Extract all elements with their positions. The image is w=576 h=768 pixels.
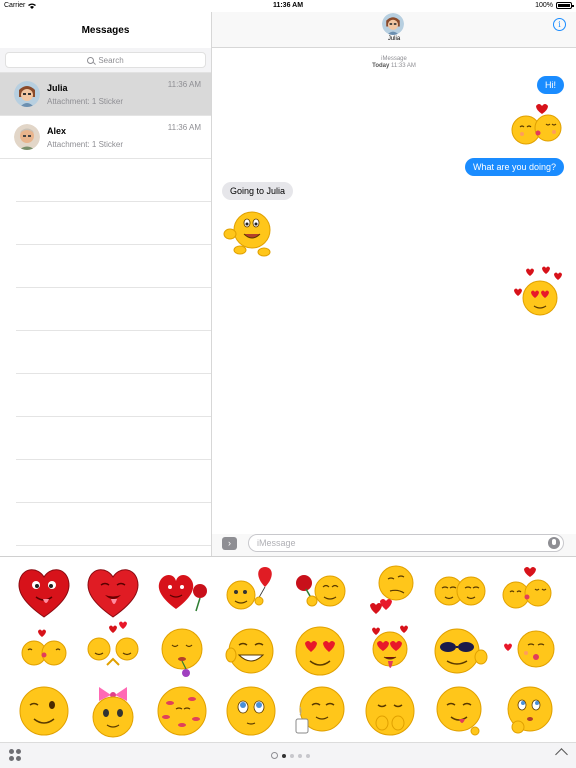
status-right: 100% — [535, 2, 574, 9]
kissing-pair-sticker[interactable] — [498, 561, 558, 621]
battery-percent: 100% — [535, 2, 553, 9]
conversation-alex[interactable]: Alex Attachment: 1 Sticker 11:36 AM — [0, 116, 211, 159]
shy-smiley-with-flower-sticker[interactable] — [152, 621, 212, 681]
conversation-time: 11:36 AM — [167, 80, 201, 89]
conversation-julia[interactable]: Julia Attachment: 1 Sticker 11:36 AM — [0, 73, 211, 116]
cheeky-grin-sticker[interactable] — [221, 621, 281, 681]
page-dot[interactable] — [290, 753, 294, 758]
conversation-preview: Attachment: 1 Sticker — [47, 139, 124, 149]
input-bar: › iMessage — [212, 534, 576, 556]
smiley-holding-hearts-sticker[interactable] — [360, 561, 420, 621]
chevron-right-icon: › — [228, 538, 231, 548]
info-icon: i — [558, 20, 561, 29]
empty-row — [16, 202, 211, 245]
heart-kiss-sticker[interactable] — [83, 561, 143, 621]
battery-icon — [556, 2, 574, 9]
empty-row — [16, 503, 211, 546]
recent-clock-icon[interactable] — [271, 752, 278, 759]
conversation-sidebar: Messages Search Julia Attachment: 1 Stic… — [0, 12, 212, 556]
heart-with-rose-sticker[interactable] — [152, 561, 212, 621]
service-day: Today — [372, 63, 390, 69]
winking-smiley-sticker[interactable] — [14, 681, 74, 741]
smiley-with-coffee-sticker[interactable] — [290, 681, 350, 741]
search-input[interactable]: Search — [5, 52, 206, 68]
conversation-time: 11:36 AM — [167, 123, 201, 132]
smiley-with-balloon-sticker[interactable] — [221, 561, 281, 621]
thinking-smiley-sticker[interactable] — [498, 681, 558, 741]
message-bubble-incoming[interactable]: Going to Julia — [222, 182, 294, 200]
info-button[interactable]: i — [553, 18, 566, 31]
app-drawer-icon[interactable] — [9, 749, 23, 763]
heart-eyes-smiley-sticker[interactable] — [512, 266, 568, 318]
service-label: iMessage — [381, 56, 407, 62]
love-dancing-smileys-sticker[interactable] — [83, 621, 143, 681]
empty-row — [16, 374, 211, 417]
girl-smiley-with-bow-sticker[interactable] — [83, 681, 143, 741]
contact-avatar[interactable] — [382, 13, 404, 35]
blowing-kiss-sticker[interactable] — [498, 621, 558, 681]
two-smileys-sticker[interactable] — [429, 561, 489, 621]
rose-giving-smiley-sticker[interactable] — [290, 561, 350, 621]
giggling-smiley-sticker[interactable] — [360, 681, 420, 741]
hopeful-smiley-sticker[interactable] — [221, 681, 281, 741]
page-indicator[interactable] — [271, 752, 310, 759]
search-placeholder: Search — [98, 55, 124, 65]
service-timestamp: iMessage Today 11:33 AM — [212, 56, 576, 70]
status-time: 11:36 AM — [272, 2, 304, 9]
empty-row — [16, 159, 211, 202]
running-smiley-sticker[interactable] — [218, 202, 278, 262]
empty-row — [16, 245, 211, 288]
sunglasses-thumbs-up-sticker[interactable] — [429, 621, 489, 681]
kissing-couple-sticker[interactable] — [510, 102, 570, 146]
lipstick-kisses-sticker[interactable] — [152, 681, 212, 741]
empty-row — [16, 460, 211, 503]
sticker-drawer — [0, 556, 576, 742]
message-bubble-outgoing[interactable]: What are you doing? — [464, 158, 564, 176]
contact-name[interactable]: Julia — [212, 36, 576, 42]
avatar — [14, 124, 40, 150]
page-dot[interactable] — [298, 753, 302, 758]
heart-tongue-sticker[interactable] — [14, 561, 74, 621]
teasing-smiley-sticker[interactable] — [429, 681, 489, 741]
conversation-preview: Attachment: 1 Sticker — [47, 96, 124, 106]
status-bar: Carrier 11:36 AM 100% — [0, 0, 576, 12]
apps-button[interactable]: › — [222, 537, 237, 550]
page-dot[interactable] — [282, 753, 286, 758]
message-input-placeholder: iMessage — [257, 538, 296, 548]
chat-transcript: iMessage Today 11:33 AM Hi! What are you… — [212, 48, 576, 534]
smooching-smileys-sticker[interactable] — [14, 621, 74, 681]
chat-header: Julia i — [212, 12, 576, 48]
message-bubble-outgoing[interactable]: Hi! — [537, 76, 564, 94]
page-dot[interactable] — [306, 753, 310, 758]
empty-row — [16, 546, 211, 556]
hearts-tongue-sticker[interactable] — [360, 621, 420, 681]
message-input[interactable]: iMessage — [248, 534, 564, 552]
heart-eyes-sticker[interactable] — [290, 621, 350, 681]
search-bar: Search — [0, 48, 211, 73]
search-icon — [87, 56, 95, 64]
empty-row — [16, 288, 211, 331]
drawer-bottom-bar — [0, 742, 576, 768]
chevron-up-icon[interactable] — [555, 748, 568, 761]
service-time: 11:33 AM — [391, 63, 416, 69]
empty-row — [16, 331, 211, 374]
empty-row — [16, 417, 211, 460]
avatar — [14, 81, 40, 107]
microphone-icon[interactable] — [548, 537, 560, 549]
sidebar-title: Messages — [81, 24, 130, 36]
